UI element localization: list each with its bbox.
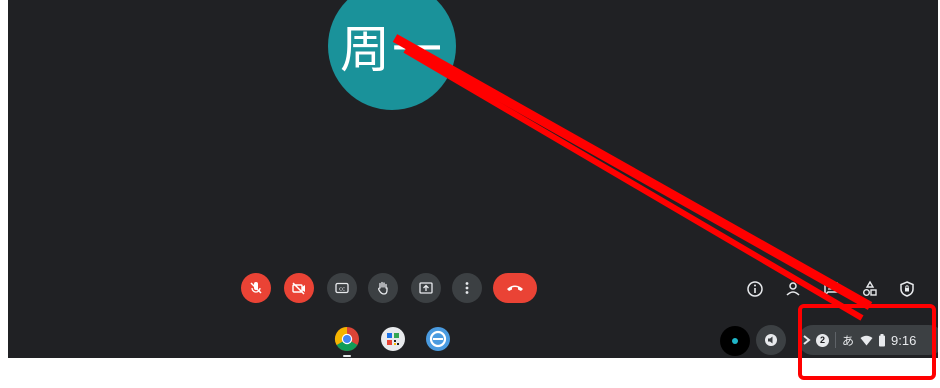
- annotation-highlight-box: [798, 304, 936, 380]
